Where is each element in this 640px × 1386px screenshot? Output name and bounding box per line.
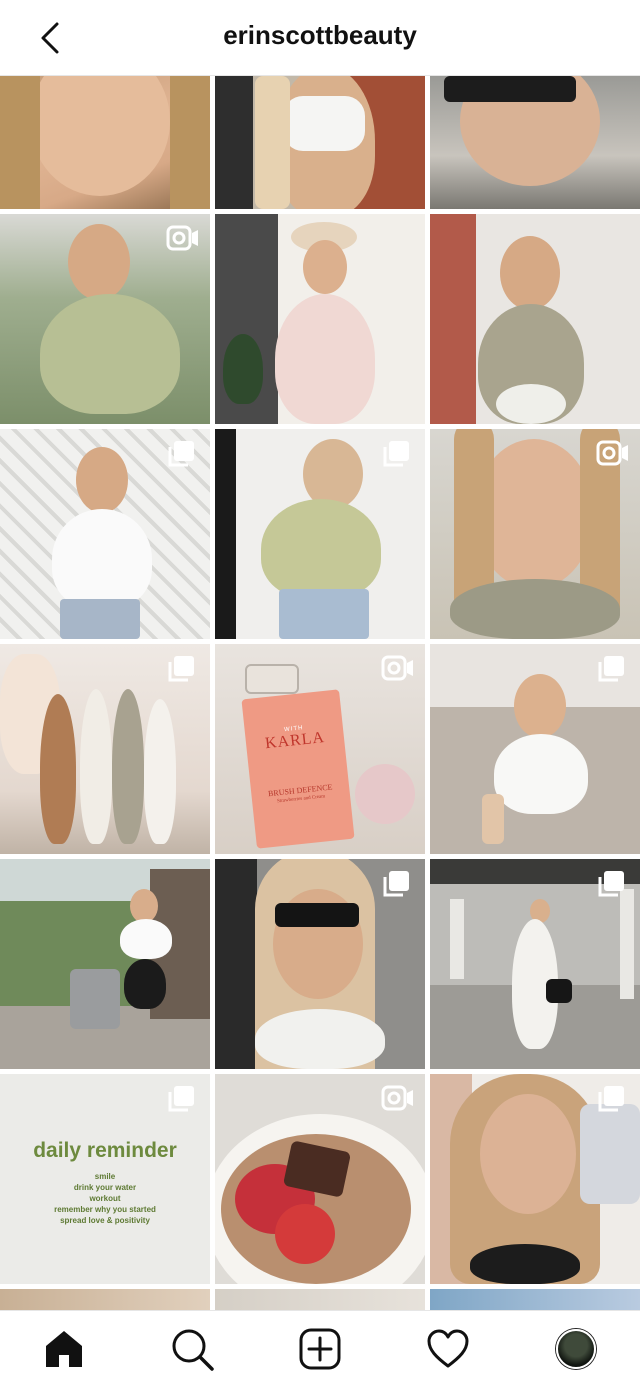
post-tile-daily-reminder[interactable]: daily reminder smile drink your water wo… <box>0 1074 210 1284</box>
reminder-line: spread love & positivity <box>60 1215 150 1225</box>
post-tile[interactable] <box>430 644 640 854</box>
video-camera-icon <box>381 1085 413 1111</box>
post-tile[interactable]: WITH KARLA BRUSH DEFENCE Strawberries an… <box>215 644 425 854</box>
posts-grid: WITH KARLA BRUSH DEFENCE Strawberries an… <box>0 76 640 1310</box>
post-tile[interactable] <box>0 76 210 209</box>
carousel-icon <box>168 1086 194 1112</box>
post-tile[interactable] <box>0 214 210 424</box>
post-tile[interactable] <box>0 1289 210 1310</box>
reminder-title: daily reminder <box>33 1138 177 1162</box>
post-tile[interactable] <box>215 214 425 424</box>
tab-search[interactable] <box>168 1325 216 1373</box>
video-camera-icon <box>381 655 413 681</box>
tab-home[interactable] <box>40 1325 88 1373</box>
search-icon <box>172 1329 214 1371</box>
post-tile[interactable] <box>430 429 640 639</box>
product-brand: KARLA <box>264 729 326 753</box>
reminder-line: workout <box>89 1193 121 1203</box>
post-tile[interactable] <box>430 1289 640 1310</box>
carousel-icon <box>598 871 624 897</box>
post-tile[interactable] <box>430 76 640 209</box>
carousel-icon <box>168 656 194 682</box>
post-tile[interactable] <box>0 859 210 1069</box>
post-tile[interactable] <box>215 429 425 639</box>
activity-heart-icon <box>427 1329 469 1368</box>
carousel-icon <box>383 871 409 897</box>
tab-new-post[interactable] <box>296 1325 344 1373</box>
post-tile[interactable] <box>215 1074 425 1284</box>
profile-avatar <box>556 1329 596 1369</box>
reminder-line: smile <box>94 1171 116 1181</box>
reminder-line: remember why you started <box>54 1204 156 1214</box>
post-tile[interactable] <box>0 644 210 854</box>
reminder-line: drink your water <box>73 1182 137 1192</box>
tab-profile[interactable] <box>552 1325 600 1373</box>
new-post-icon <box>299 1328 341 1370</box>
post-tile[interactable] <box>0 429 210 639</box>
page-title: erinscottbeauty <box>223 20 417 50</box>
carousel-icon <box>383 441 409 467</box>
post-tile[interactable] <box>215 1289 425 1310</box>
profile-header: erinscottbeauty <box>0 0 640 76</box>
post-tile[interactable] <box>430 214 640 424</box>
carousel-icon <box>598 1086 624 1112</box>
carousel-icon <box>598 656 624 682</box>
post-tile[interactable] <box>215 859 425 1069</box>
carousel-icon <box>168 441 194 467</box>
post-tile[interactable] <box>215 76 425 209</box>
video-camera-icon <box>596 440 628 466</box>
tab-activity[interactable] <box>424 1325 472 1373</box>
post-tile[interactable] <box>430 1074 640 1284</box>
home-icon <box>46 1331 82 1367</box>
video-camera-icon <box>166 225 198 251</box>
bottom-tab-bar <box>0 1310 640 1386</box>
post-tile[interactable] <box>430 859 640 1069</box>
